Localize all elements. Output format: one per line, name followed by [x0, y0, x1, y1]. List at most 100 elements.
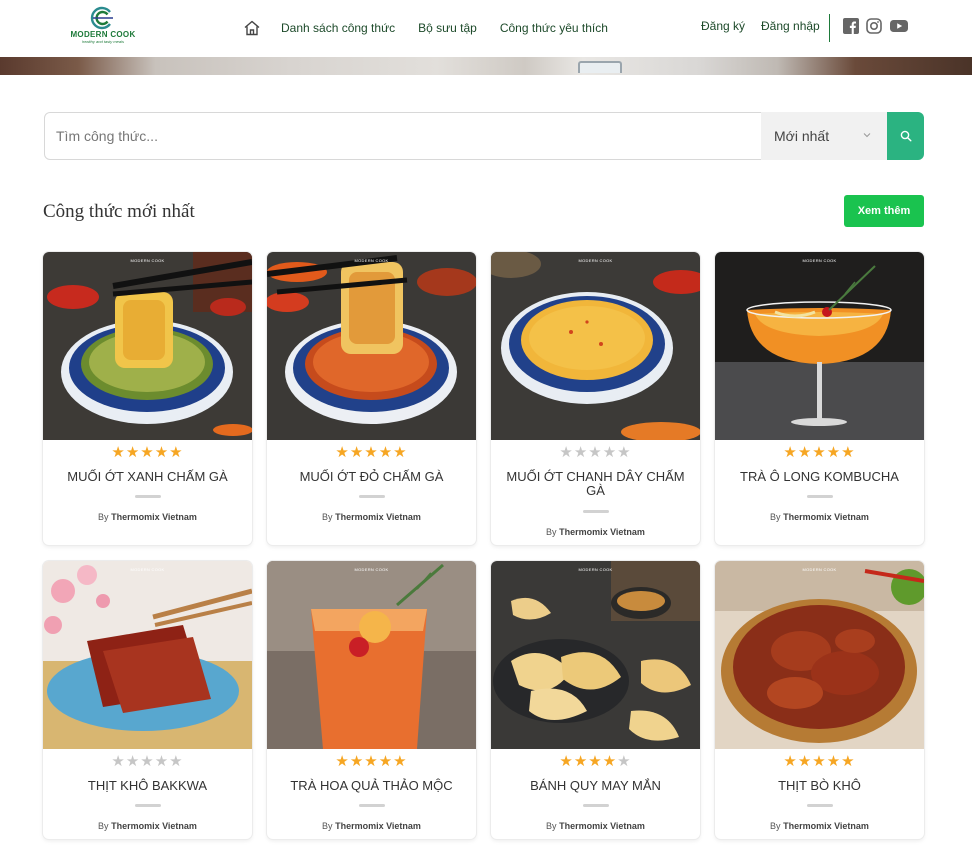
recipe-card[interactable]: MODERN COOK ★★★★★ MUỐI ỚT ĐỎ CHẤM GÀ By … — [267, 252, 476, 545]
star-icon: ★ — [559, 444, 574, 461]
section-title: Công thức mới nhất — [43, 201, 195, 222]
recipe-image: MODERN COOK — [491, 252, 700, 440]
recipe-author: By Thermomix Vietnam — [98, 512, 197, 522]
star-icon: ★ — [140, 444, 155, 461]
star-icon: ★ — [588, 444, 603, 461]
recipe-image: MODERN COOK — [715, 252, 924, 440]
nav-favorites[interactable]: Công thức yêu thích — [500, 21, 608, 35]
star-icon: ★ — [335, 753, 350, 770]
nav-recipe-list[interactable]: Danh sách công thức — [281, 21, 395, 35]
instagram-icon[interactable] — [866, 18, 882, 34]
recipe-author: By Thermomix Vietnam — [770, 821, 869, 831]
watermark-logo-icon: MODERN COOK — [802, 567, 837, 572]
register-link[interactable]: Đăng ký — [701, 19, 745, 33]
rating-stars: ★★★★★ — [491, 754, 700, 770]
star-icon: ★ — [559, 753, 574, 770]
logo-name: MODERN COOK — [70, 30, 136, 39]
star-icon: ★ — [573, 444, 589, 461]
facebook-icon[interactable] — [843, 18, 859, 34]
star-icon: ★ — [783, 753, 798, 770]
star-icon: ★ — [797, 444, 813, 461]
rating-stars: ★★★★★ — [267, 754, 476, 770]
star-icon: ★ — [783, 444, 798, 461]
title-underline — [359, 495, 385, 498]
recipe-image: MODERN COOK — [43, 561, 252, 749]
star-icon: ★ — [169, 753, 184, 770]
recipe-image: MODERN COOK — [715, 561, 924, 749]
star-icon: ★ — [797, 753, 813, 770]
recipe-author: By Thermomix Vietnam — [770, 512, 869, 522]
title-underline — [135, 495, 161, 498]
star-icon: ★ — [812, 753, 827, 770]
recipe-card[interactable]: MODERN COOK ★★★★★ MUỐI ỚT XANH CHẤM GÀ B… — [43, 252, 252, 545]
star-icon: ★ — [812, 444, 827, 461]
star-icon: ★ — [378, 444, 394, 461]
home-icon[interactable] — [243, 19, 261, 37]
youtube-icon[interactable] — [890, 18, 908, 34]
login-link[interactable]: Đăng nhập — [761, 19, 820, 33]
star-icon: ★ — [617, 444, 632, 461]
search-button[interactable] — [887, 112, 924, 160]
watermark-logo-icon: MODERN COOK — [354, 567, 389, 572]
recipe-author: By Thermomix Vietnam — [98, 821, 197, 831]
see-more-button[interactable]: Xem thêm — [844, 195, 924, 227]
title-underline — [359, 804, 385, 807]
hero-appliance-image — [578, 61, 622, 73]
nav-collection[interactable]: Bộ sưu tập — [418, 21, 477, 35]
site-header: MODERN COOK healthy and tasty meals Danh… — [0, 0, 972, 57]
star-icon: ★ — [602, 753, 618, 770]
recipe-author: By Thermomix Vietnam — [322, 821, 421, 831]
star-icon: ★ — [617, 753, 632, 770]
search-input[interactable] — [45, 113, 761, 159]
sort-select[interactable]: Mới nhất — [761, 112, 887, 160]
recipe-image: MODERN COOK — [491, 561, 700, 749]
recipe-title: THỊT KHÔ BAKKWA — [87, 778, 208, 793]
recipe-title: MUỐI ỚT XANH CHẤM GÀ — [67, 469, 228, 484]
header-divider — [829, 14, 830, 42]
recipe-card[interactable]: MODERN COOK ★★★★★ BÁNH QUY MAY MẮN By Th… — [491, 561, 700, 839]
star-icon: ★ — [826, 753, 842, 770]
recipe-author: By Thermomix Vietnam — [546, 821, 645, 831]
chevron-down-icon — [863, 133, 871, 138]
recipe-title: TRÀ HOA QUẢ THẢO MỘC — [290, 778, 453, 793]
title-underline — [135, 804, 161, 807]
star-icon: ★ — [841, 753, 856, 770]
star-icon: ★ — [378, 753, 394, 770]
recipe-card[interactable]: MODERN COOK ★★★★★ TRÀ HOA QUẢ THẢO MỘC B… — [267, 561, 476, 839]
recipe-image: MODERN COOK — [267, 252, 476, 440]
recipe-card[interactable]: MODERN COOK ★★★★★ THỊT BÒ KHÔ By Thermom… — [715, 561, 924, 839]
logo-mark-icon — [90, 6, 113, 30]
star-icon: ★ — [349, 444, 365, 461]
star-icon: ★ — [111, 753, 126, 770]
hero-banner — [0, 57, 972, 75]
watermark-logo-icon: MODERN COOK — [130, 258, 165, 263]
main-nav: Danh sách công thức Bộ sưu tập Công thức… — [243, 18, 631, 38]
watermark-logo-icon: MODERN COOK — [354, 258, 389, 263]
recipe-card[interactable]: MODERN COOK ★★★★★ MUỐI ỚT CHANH DÂY CHẤM… — [491, 252, 700, 545]
rating-stars: ★★★★★ — [43, 445, 252, 461]
recipe-card[interactable]: MODERN COOK ★★★★★ TRÀ Ô LONG KOMBUCHA By… — [715, 252, 924, 545]
sort-selected-value: Mới nhất — [774, 128, 830, 144]
watermark-logo-icon: MODERN COOK — [802, 258, 837, 263]
recipe-author: By Thermomix Vietnam — [546, 527, 645, 537]
star-icon: ★ — [364, 753, 379, 770]
star-icon: ★ — [393, 444, 408, 461]
star-icon: ★ — [125, 753, 141, 770]
search-bar: Mới nhất — [44, 112, 924, 160]
star-icon: ★ — [154, 753, 170, 770]
recipe-title: TRÀ Ô LONG KOMBUCHA — [740, 469, 899, 484]
rating-stars: ★★★★★ — [267, 445, 476, 461]
search-icon — [900, 130, 911, 142]
star-icon: ★ — [826, 444, 842, 461]
site-logo[interactable]: MODERN COOK healthy and tasty meals — [68, 6, 138, 52]
star-icon: ★ — [140, 753, 155, 770]
star-icon: ★ — [125, 444, 141, 461]
recipe-title: MUỐI ỚT CHANH DÂY CHẤM GÀ — [506, 469, 685, 498]
logo-tagline: healthy and tasty meals — [81, 39, 125, 44]
title-underline — [807, 804, 833, 807]
star-icon: ★ — [169, 444, 184, 461]
rating-stars: ★★★★★ — [491, 445, 700, 461]
title-underline — [583, 510, 609, 513]
title-underline — [807, 495, 833, 498]
recipe-card[interactable]: MODERN COOK ★★★★★ THỊT KHÔ BAKKWA By The… — [43, 561, 252, 839]
